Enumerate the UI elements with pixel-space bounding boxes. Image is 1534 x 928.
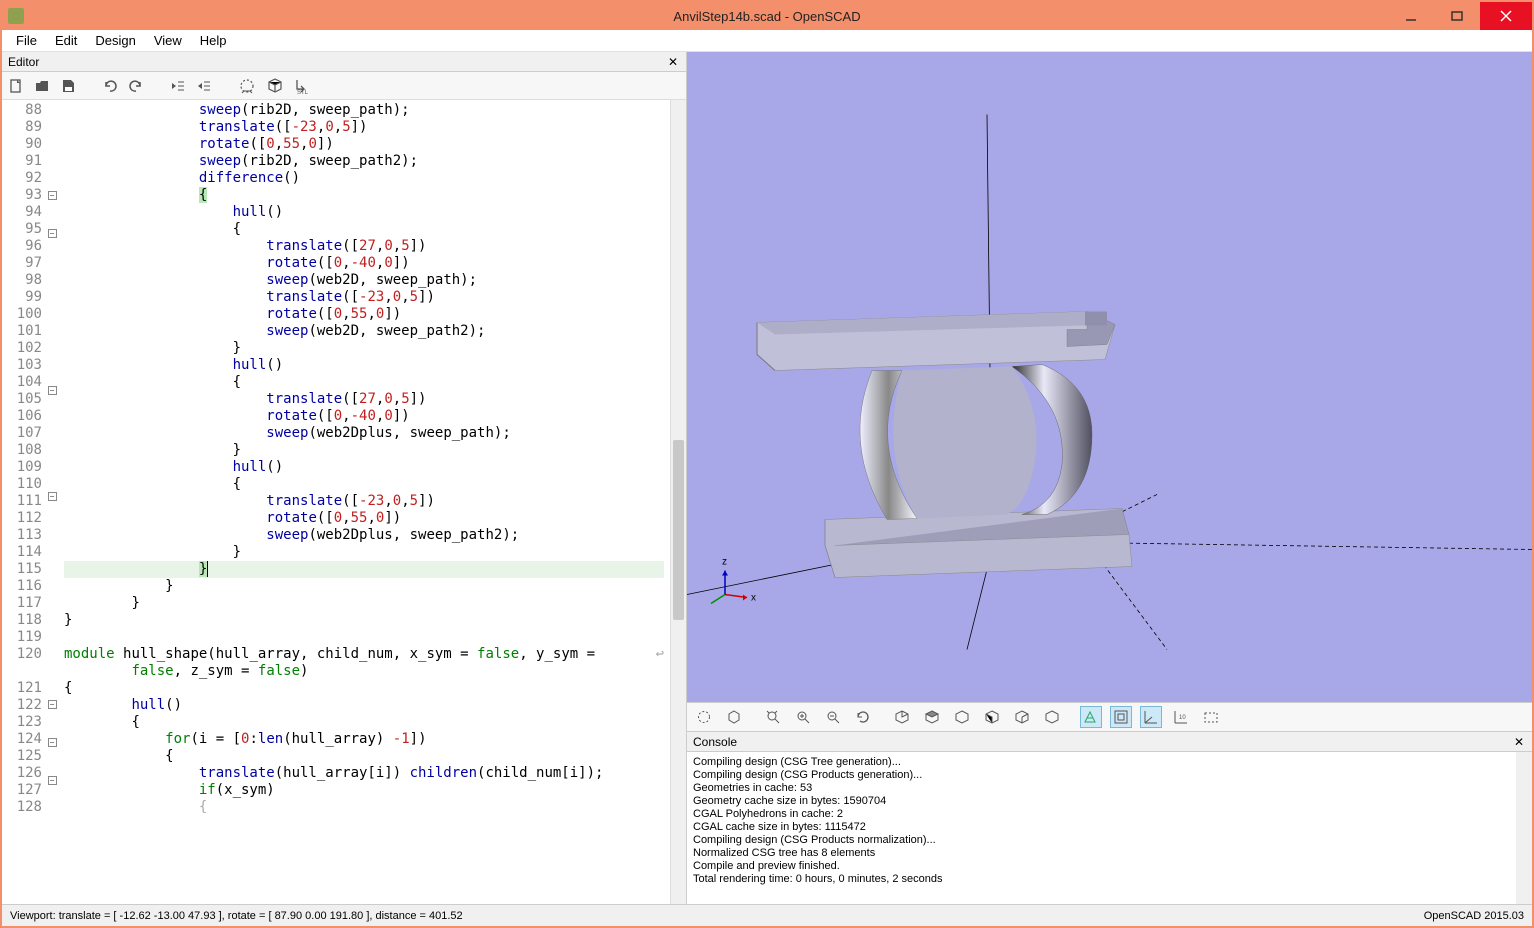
svg-text:z: z <box>722 557 727 568</box>
viewport-toolbar: 10 <box>687 702 1532 732</box>
zoom-in-icon[interactable] <box>792 706 814 728</box>
show-scale-icon[interactable]: 10 <box>1170 706 1192 728</box>
view-bottom-icon[interactable] <box>951 706 973 728</box>
new-file-icon[interactable] <box>8 78 24 94</box>
console-panel: Console ✕ Compiling design (CSG Tree gen… <box>687 732 1532 904</box>
menubar: File Edit Design View Help <box>2 30 1532 52</box>
menu-design[interactable]: Design <box>87 31 143 50</box>
editor-toolbar: STL <box>2 72 686 100</box>
statusbar-viewport-info: Viewport: translate = [ -12.62 -13.00 47… <box>10 910 463 922</box>
svg-text:10: 10 <box>1179 715 1186 721</box>
perspective-icon[interactable] <box>1080 706 1102 728</box>
3d-render: x z <box>687 52 1532 702</box>
close-button[interactable] <box>1480 2 1532 30</box>
view-front-icon[interactable] <box>1011 706 1033 728</box>
editor-panel-title: Editor <box>8 55 39 69</box>
editor-scrollbar-thumb[interactable] <box>673 440 684 620</box>
window-controls <box>1388 2 1532 30</box>
editor-panel-close-icon[interactable]: ✕ <box>666 55 680 69</box>
console-output[interactable]: Compiling design (CSG Tree generation)..… <box>687 752 1532 904</box>
export-stl-icon[interactable]: STL <box>294 77 314 95</box>
preview-icon[interactable] <box>238 77 256 95</box>
app-window: AnvilStep14b.scad - OpenSCAD File Edit D… <box>0 0 1534 928</box>
minimize-button[interactable] <box>1388 2 1434 30</box>
render-icon[interactable] <box>266 77 284 95</box>
unindent-icon[interactable] <box>170 78 186 94</box>
console-panel-close-icon[interactable]: ✕ <box>1512 735 1526 749</box>
code-editor[interactable]: 8889909192939495969798991001011021031041… <box>2 100 686 904</box>
view-top-icon[interactable] <box>921 706 943 728</box>
statusbar: Viewport: translate = [ -12.62 -13.00 47… <box>2 904 1532 926</box>
console-panel-header: Console ✕ <box>687 732 1532 752</box>
app-icon <box>8 8 24 24</box>
window-title: AnvilStep14b.scad - OpenSCAD <box>673 9 860 24</box>
svg-text:STL: STL <box>297 90 309 95</box>
view-right-icon[interactable] <box>891 706 913 728</box>
statusbar-version: OpenSCAD 2015.03 <box>1424 910 1524 922</box>
3d-viewport[interactable]: x z <box>687 52 1532 702</box>
redo-icon[interactable] <box>128 78 144 94</box>
console-panel-title: Console <box>693 735 737 749</box>
line-number-gutter: 8889909192939495969798991001011021031041… <box>2 100 46 904</box>
zoom-all-icon[interactable] <box>762 706 784 728</box>
main-body: Editor ✕ STL 8889909192939495969798991 <box>2 52 1532 904</box>
reset-view-icon[interactable] <box>852 706 874 728</box>
preview-view-icon[interactable] <box>693 706 715 728</box>
svg-text:x: x <box>751 593 756 604</box>
menu-edit[interactable]: Edit <box>47 31 85 50</box>
menu-help[interactable]: Help <box>192 31 235 50</box>
zoom-out-icon[interactable] <box>822 706 844 728</box>
indent-icon[interactable] <box>196 78 212 94</box>
titlebar[interactable]: AnvilStep14b.scad - OpenSCAD <box>2 2 1532 30</box>
orthogonal-icon[interactable] <box>1110 706 1132 728</box>
editor-scrollbar[interactable] <box>670 100 686 904</box>
editor-panel-header: Editor ✕ <box>2 52 686 72</box>
fold-gutter[interactable]: −−−−−−− <box>46 100 58 904</box>
right-pane: x z <box>687 52 1532 904</box>
save-file-icon[interactable] <box>60 78 76 94</box>
code-area[interactable]: sweep(rib2D, sweep_path); translate([-23… <box>58 100 670 904</box>
editor-pane: Editor ✕ STL 8889909192939495969798991 <box>2 52 687 904</box>
console-scrollbar[interactable] <box>1516 752 1532 904</box>
show-edges-icon[interactable] <box>1200 706 1222 728</box>
menu-file[interactable]: File <box>8 31 45 50</box>
maximize-button[interactable] <box>1434 2 1480 30</box>
undo-icon[interactable] <box>102 78 118 94</box>
view-back-icon[interactable] <box>1041 706 1063 728</box>
open-file-icon[interactable] <box>34 78 50 94</box>
view-left-icon[interactable] <box>981 706 1003 728</box>
render-view-icon[interactable] <box>723 706 745 728</box>
menu-view[interactable]: View <box>146 31 190 50</box>
show-axes-icon[interactable] <box>1140 706 1162 728</box>
